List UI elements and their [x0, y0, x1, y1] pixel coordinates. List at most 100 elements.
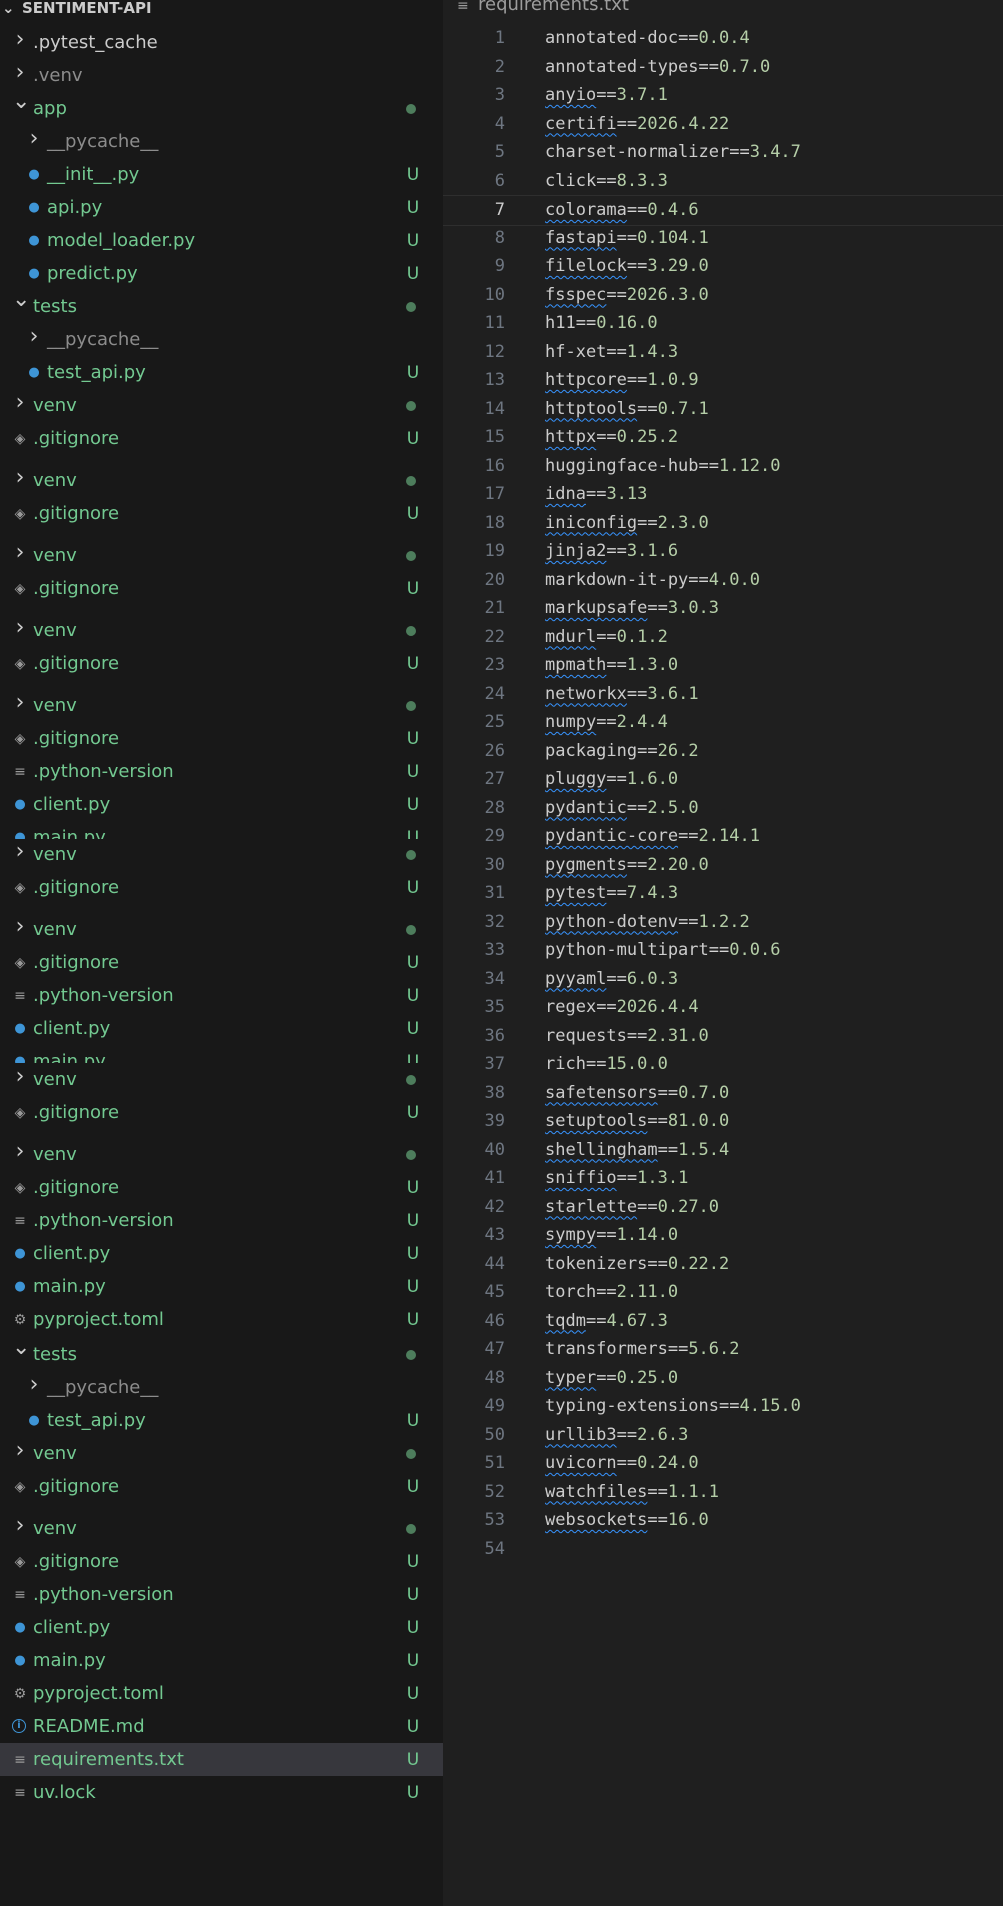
tree-row[interactable]: › venv — [0, 913, 443, 946]
code-line[interactable]: 28 pydantic==2.5.0 — [443, 794, 1003, 823]
tree-row[interactable]: › venv — [0, 838, 443, 871]
code-line[interactable]: 54 — [443, 1535, 1003, 1564]
code-line[interactable]: 2 annotated-types==0.7.0 — [443, 53, 1003, 82]
tree-row[interactable]: ● main.py U — [0, 1644, 443, 1677]
tree-row[interactable]: ● client.py U — [0, 1012, 443, 1045]
tree-row[interactable]: ◈ .gitignore U — [0, 946, 443, 979]
tree-row[interactable]: ● client.py U — [0, 1611, 443, 1644]
code-line[interactable]: 47 transformers==5.6.2 — [443, 1335, 1003, 1364]
tree-row[interactable]: ◈ .gitignore U — [0, 497, 443, 530]
tree-row[interactable]: ● main.py U — [0, 821, 443, 839]
tree-row[interactable]: › .venv — [0, 59, 443, 92]
code-line[interactable]: 1 annotated-doc==0.0.4 — [443, 24, 1003, 53]
tree-row[interactable]: ◈ .gitignore U — [0, 1171, 443, 1204]
code-line[interactable]: 24 networkx==3.6.1 — [443, 680, 1003, 709]
code-line[interactable]: 43 sympy==1.14.0 — [443, 1221, 1003, 1250]
code-line[interactable]: 18 iniconfig==2.3.0 — [443, 509, 1003, 538]
code-line[interactable]: 35 regex==2026.4.4 — [443, 993, 1003, 1022]
code-line[interactable]: 37 rich==15.0.0 — [443, 1050, 1003, 1079]
tree-row[interactable]: ◈ .gitignore U — [0, 1096, 443, 1129]
tree-row[interactable]: ◈ .gitignore U — [0, 722, 443, 755]
editor-pane[interactable]: ≡ requirements.txt 1 annotated-doc==0.0.4… — [443, 0, 1003, 1906]
tree-row[interactable]: › __pycache__ — [0, 125, 443, 158]
code-line[interactable]: 49 typing-extensions==4.15.0 — [443, 1392, 1003, 1421]
tree-row[interactable]: ≡ .python-version U — [0, 1578, 443, 1611]
tree-row[interactable]: ● test_api.py U — [0, 1404, 443, 1437]
tree-row[interactable]: › venv — [0, 614, 443, 647]
code-line[interactable]: 15 httpx==0.25.2 — [443, 423, 1003, 452]
code-line[interactable]: 13 httpcore==1.0.9 — [443, 366, 1003, 395]
tree-row[interactable]: › venv — [0, 1437, 443, 1470]
tree-row[interactable]: › venv — [0, 389, 443, 422]
code-line[interactable]: 10 fsspec==2026.3.0 — [443, 281, 1003, 310]
code-line[interactable]: 42 starlette==0.27.0 — [443, 1193, 1003, 1222]
code-line[interactable]: 48 typer==0.25.0 — [443, 1364, 1003, 1393]
code-line[interactable]: 22 mdurl==0.1.2 — [443, 623, 1003, 652]
code-line[interactable]: 8 fastapi==0.104.1 — [443, 224, 1003, 253]
tree-row[interactable]: ● main.py U — [0, 1045, 443, 1063]
code-line[interactable]: 32 python-dotenv==1.2.2 — [443, 908, 1003, 937]
code-line[interactable]: 3 anyio==3.7.1 — [443, 81, 1003, 110]
code-line[interactable]: 7 colorama==0.4.6 — [443, 195, 1003, 226]
code-line[interactable]: 6 click==8.3.3 — [443, 167, 1003, 196]
tree-row[interactable]: ◈ .gitignore U — [0, 1545, 443, 1578]
code-line[interactable]: 17 idna==3.13 — [443, 480, 1003, 509]
tree-row[interactable]: › venv — [0, 689, 443, 722]
code-line[interactable]: 46 tqdm==4.67.3 — [443, 1307, 1003, 1336]
tree-row[interactable]: › venv — [0, 1063, 443, 1096]
code-line[interactable]: 29 pydantic-core==2.14.1 — [443, 822, 1003, 851]
code-line[interactable]: 20 markdown-it-py==4.0.0 — [443, 566, 1003, 595]
tree-row[interactable]: ◈ .gitignore U — [0, 572, 443, 605]
code-line[interactable]: 5 charset-normalizer==3.4.7 — [443, 138, 1003, 167]
tree-row[interactable]: ● predict.py U — [0, 257, 443, 290]
tree-row[interactable]: ● __init__.py U — [0, 158, 443, 191]
code-line[interactable]: 36 requests==2.31.0 — [443, 1022, 1003, 1051]
tree-row[interactable]: ◈ .gitignore U — [0, 871, 443, 904]
code-line[interactable]: 50 urllib3==2.6.3 — [443, 1421, 1003, 1450]
code-line[interactable]: 44 tokenizers==0.22.2 — [443, 1250, 1003, 1279]
code-line[interactable]: 45 torch==2.11.0 — [443, 1278, 1003, 1307]
tree-row[interactable]: › __pycache__ — [0, 323, 443, 356]
code-line[interactable]: 21 markupsafe==3.0.3 — [443, 594, 1003, 623]
tree-row[interactable]: ● client.py U — [0, 1237, 443, 1270]
tree-row[interactable]: ● client.py U — [0, 788, 443, 821]
tree-row[interactable]: › venv — [0, 464, 443, 497]
tree-row[interactable]: ≡ .python-version U — [0, 1204, 443, 1237]
code-line[interactable]: 11 h11==0.16.0 — [443, 309, 1003, 338]
tree-row[interactable]: ⌄ tests — [0, 290, 443, 323]
code-line[interactable]: 4 certifi==2026.4.22 — [443, 110, 1003, 139]
code-line[interactable]: 34 pyyaml==6.0.3 — [443, 965, 1003, 994]
tree-row[interactable]: ≡ .python-version U — [0, 979, 443, 1012]
code-line[interactable]: 31 pytest==7.4.3 — [443, 879, 1003, 908]
tree-row[interactable]: ⚙ pyproject.toml U — [0, 1303, 443, 1336]
code-line[interactable]: 9 filelock==3.29.0 — [443, 252, 1003, 281]
code-line[interactable]: 27 pluggy==1.6.0 — [443, 765, 1003, 794]
editor-tab-title[interactable]: requirements.txt — [478, 0, 629, 16]
tree-row[interactable]: ◈ .gitignore U — [0, 647, 443, 680]
tree-row[interactable]: ◈ .gitignore U — [0, 422, 443, 455]
tree-row[interactable]: ⌄ tests — [0, 1338, 443, 1371]
tree-row[interactable]: › __pycache__ — [0, 1371, 443, 1404]
code-line[interactable]: 40 shellingham==1.5.4 — [443, 1136, 1003, 1165]
code-line[interactable]: 38 safetensors==0.7.0 — [443, 1079, 1003, 1108]
tree-row[interactable]: › venv — [0, 1512, 443, 1545]
tree-row[interactable]: ≡ requirements.txt U — [0, 1743, 443, 1776]
code-line[interactable]: 23 mpmath==1.3.0 — [443, 651, 1003, 680]
code-line[interactable]: 30 pygments==2.20.0 — [443, 851, 1003, 880]
tree-row[interactable]: ● api.py U — [0, 191, 443, 224]
code-line[interactable]: 14 httptools==0.7.1 — [443, 395, 1003, 424]
tree-row[interactable]: › venv — [0, 1138, 443, 1171]
tree-row[interactable]: ⚙ pyproject.toml U — [0, 1677, 443, 1710]
tree-row[interactable]: ◈ .gitignore U — [0, 1470, 443, 1503]
code-line[interactable]: 19 jinja2==3.1.6 — [443, 537, 1003, 566]
code-line[interactable]: 52 watchfiles==1.1.1 — [443, 1478, 1003, 1507]
code-line[interactable]: 12 hf-xet==1.4.3 — [443, 338, 1003, 367]
tree-row[interactable]: ⌄ app — [0, 92, 443, 125]
tree-row[interactable]: ● test_api.py U — [0, 356, 443, 389]
code-line[interactable]: 25 numpy==2.4.4 — [443, 708, 1003, 737]
tree-row[interactable]: ● main.py U — [0, 1270, 443, 1303]
tree-row[interactable]: ≡ uv.lock U — [0, 1776, 443, 1809]
tree-row[interactable]: ● model_loader.py U — [0, 224, 443, 257]
tree-row[interactable]: › venv — [0, 539, 443, 572]
code-line[interactable]: 41 sniffio==1.3.1 — [443, 1164, 1003, 1193]
